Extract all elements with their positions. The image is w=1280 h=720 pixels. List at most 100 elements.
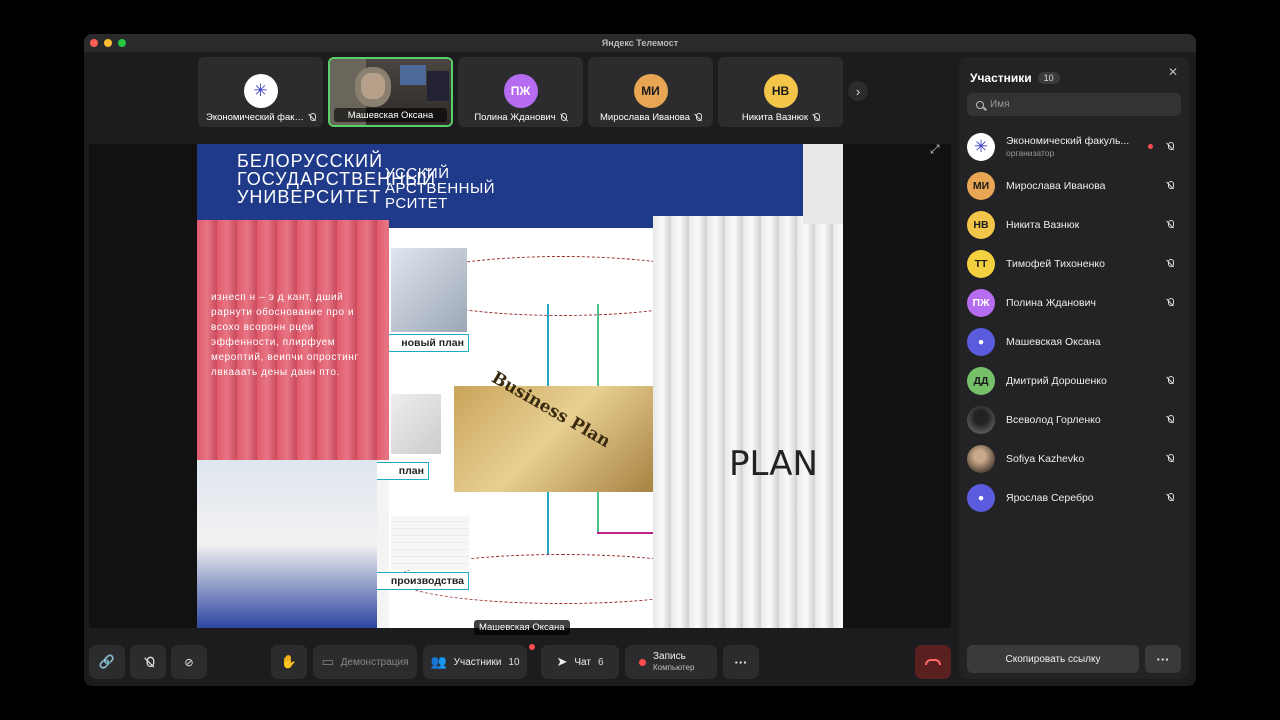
shared-slide: БЕЛОРУССКИЙ ГОСУДАРСТВЕННЫЙ УНИВЕРСИТЕТ … <box>197 144 843 628</box>
slide-university-title: УССКИЙ АРСТВЕННЫЙ РСИТЕТ <box>385 165 496 212</box>
avatar: МИ <box>633 74 668 108</box>
search-icon <box>976 100 984 109</box>
chat-count: 6 <box>597 656 604 668</box>
list-item[interactable]: ● Машевская Оксана <box>967 322 1181 361</box>
chat-button[interactable]: ➤ Чат 6 <box>541 645 619 679</box>
mic-off-icon <box>308 112 316 122</box>
tile-name: Мирослава Иванова <box>599 111 691 123</box>
window-title: Яндекс Телемост <box>601 38 679 48</box>
participants-panel: Участники 10 ✕ ✳ Экономический факуль...… <box>959 57 1189 679</box>
mic-off-icon <box>560 112 568 122</box>
list-item[interactable]: Sofiya Kazhevko <box>967 439 1181 478</box>
copy-link-button[interactable]: 🔗 <box>89 645 125 679</box>
panel-more-button[interactable]: ··· <box>1145 645 1181 673</box>
business-plan-image: Business Plan <box>454 368 670 492</box>
person-icon: ● <box>977 491 985 504</box>
participant-strip: ✳ Экономический факу... Машевская Оксана… <box>198 57 843 127</box>
snowflake-logo-icon: ✳ <box>253 81 268 100</box>
microphone-button[interactable] <box>130 645 166 679</box>
more-icon: ··· <box>1156 651 1170 667</box>
slide-box-plan-1: новый план <box>385 334 469 352</box>
participant-search <box>967 93 1181 116</box>
chevron-right-icon: › <box>855 83 861 99</box>
tile-name-bar: Мирослава Иванова <box>592 110 709 124</box>
screen-icon: ▭ <box>321 654 334 669</box>
list-item[interactable]: МИ Мирослава Иванова <box>967 166 1181 205</box>
list-item[interactable]: ● Ярослав Серебро <box>967 478 1181 517</box>
video-tile[interactable]: МИ Мирослава Иванова <box>588 57 713 127</box>
mic-off-icon <box>1166 298 1174 307</box>
list-item[interactable]: ДД Дмитрий Дорошенко <box>967 361 1181 400</box>
telemost-window: Яндекс Телемост ✳ Экономический факу... … <box>84 34 1196 686</box>
participant-name: Машевская Оксана <box>1006 335 1101 348</box>
mic-off-icon <box>1166 181 1174 190</box>
tile-name: Полина Жданович <box>474 111 556 123</box>
participant-name: Полина Жданович <box>1006 296 1096 309</box>
camera-button[interactable]: ⊘ <box>171 645 207 679</box>
list-item[interactable]: ПЖ Полина Жданович <box>967 283 1181 322</box>
avatar: НВ <box>763 74 798 108</box>
participant-list: ✳ Экономический факуль... организатор МИ… <box>967 127 1181 517</box>
record-sub-label: Компьютер <box>653 663 695 672</box>
mic-off-icon <box>1166 220 1174 229</box>
slide-plan-drawing: PLAN <box>729 444 818 484</box>
copy-link-panel-button[interactable]: Скопировать ссылку <box>967 645 1139 673</box>
link-icon: 🔗 <box>98 654 116 669</box>
avatar-photo <box>967 405 995 434</box>
participant-name: Sofiya Kazhevko <box>1006 452 1085 465</box>
screen-share-button[interactable]: ▭ Демонстрация <box>313 645 417 679</box>
video-tile[interactable]: ПЖ Полина Жданович <box>458 57 583 127</box>
avatar: ПЖ <box>967 288 995 317</box>
send-icon: ➤ <box>556 654 568 669</box>
participant-name: Ярослав Серебро <box>1006 491 1094 504</box>
mic-off-icon <box>1166 415 1174 424</box>
mic-off-icon <box>1166 376 1174 385</box>
video-tile[interactable]: ✳ Экономический факу... <box>198 57 323 127</box>
avatar: ✳ <box>967 132 995 161</box>
avatar: ПЖ <box>503 74 538 108</box>
participants-button[interactable]: 👥 Участники 10 <box>423 645 527 679</box>
mic-off-icon <box>143 656 154 668</box>
end-call-button[interactable] <box>915 645 951 679</box>
participant-name: Мирослава Иванова <box>1006 179 1106 192</box>
slide-curtain-left-lower <box>197 460 377 628</box>
record-button[interactable]: Запись Компьютер <box>625 645 717 679</box>
list-item[interactable]: НВ Никита Вазнюк <box>967 205 1181 244</box>
tile-name: Машевская Оксана <box>347 109 434 121</box>
tile-name-bar: Экономический факу... <box>202 110 319 124</box>
people-icon: 👥 <box>430 654 447 669</box>
raise-hand-button[interactable]: ✋ <box>271 645 307 679</box>
tile-name-bar: Никита Вазнюк <box>722 110 839 124</box>
more-button[interactable]: ··· <box>723 645 759 679</box>
camera-off-icon: ⊘ <box>184 656 194 669</box>
video-tile-active-speaker[interactable]: Машевская Оксана <box>328 57 453 127</box>
maximize-window-button[interactable] <box>118 39 126 47</box>
minimize-window-button[interactable] <box>104 39 112 47</box>
participant-role: организатор <box>1006 148 1055 158</box>
notification-dot <box>529 644 535 650</box>
mic-off-icon <box>1166 493 1174 502</box>
expand-icon: ⤢ <box>930 142 940 156</box>
video-tile[interactable]: НВ Никита Вазнюк <box>718 57 843 127</box>
participant-name: Всеволод Горленко <box>1006 413 1101 426</box>
close-window-button[interactable] <box>90 39 98 47</box>
list-item[interactable]: ТТ Тимофей Тихоненко <box>967 244 1181 283</box>
slide-box-plan-2: план <box>369 462 429 480</box>
list-item[interactable]: ✳ Экономический факуль... организатор <box>967 127 1181 166</box>
list-item[interactable]: Всеволод Горленко <box>967 400 1181 439</box>
mic-off-icon <box>1166 259 1174 268</box>
panel-title: Участники <box>970 71 1032 85</box>
avatar-photo <box>967 444 995 473</box>
mic-off-icon <box>694 112 702 122</box>
close-panel-button[interactable]: ✕ <box>1168 65 1178 79</box>
avatar: ТТ <box>967 249 995 278</box>
panel-count: 10 <box>1037 72 1060 84</box>
hang-up-icon <box>925 659 941 665</box>
fullscreen-button[interactable]: ⤢ <box>930 142 944 156</box>
hand-icon: ✋ <box>280 654 298 669</box>
strip-next-button[interactable]: › <box>848 81 868 101</box>
search-input[interactable] <box>990 99 1170 110</box>
mic-off-icon <box>812 112 820 122</box>
participant-name: Дмитрий Дорошенко <box>1006 374 1107 387</box>
participant-name: Никита Вазнюк <box>1006 218 1080 231</box>
